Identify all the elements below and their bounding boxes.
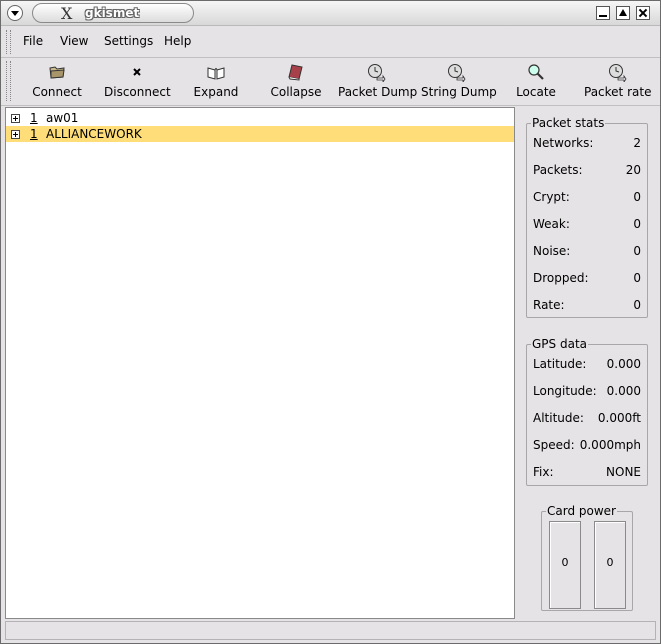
card-power-meter: 0 (549, 521, 581, 609)
card-power-title: Card power (546, 504, 617, 518)
card-power-frame: Card power 0 0 (541, 504, 633, 611)
stat-label: Crypt: (533, 190, 570, 204)
gps-label: Longitude: (533, 384, 597, 398)
gps-data-frame: GPS data Latitude: 0.000 Longitude: 0.00… (526, 337, 648, 486)
packet-dump-button[interactable]: Packet Dump (338, 62, 417, 102)
menu-help[interactable]: Help (164, 34, 191, 48)
gps-value: NONE (606, 465, 641, 479)
gps-label: Altitude: (533, 411, 584, 425)
network-count: 1 (30, 127, 38, 141)
stat-label: Weak: (533, 217, 570, 231)
closed-book-icon (288, 64, 303, 81)
menubar-grip-icon[interactable] (6, 30, 11, 54)
gps-value: 0.000mph (579, 438, 641, 452)
packet-stats-title: Packet stats (531, 116, 606, 130)
stat-value: 20 (625, 163, 641, 177)
stat-value: 0 (633, 190, 641, 204)
expand-plus-icon[interactable] (11, 130, 20, 139)
gps-label: Fix: (533, 465, 554, 479)
connect-button[interactable]: Connect (27, 62, 87, 102)
packet-rate-button[interactable]: Packet rate (584, 62, 651, 102)
status-bar (5, 621, 656, 640)
collapse-button[interactable]: Collapse (269, 62, 323, 102)
gps-label: Speed: (533, 438, 575, 452)
card-power-value: 0 (561, 556, 569, 569)
stat-value: 0 (633, 298, 641, 312)
menu-file[interactable]: File (23, 34, 43, 48)
stat-label: Packets: (533, 163, 583, 177)
stat-value: 0 (633, 217, 641, 231)
network-tree[interactable]: 1 aw01 1 ALLIANCEWORK (5, 107, 515, 619)
stat-label: Networks: (533, 136, 594, 150)
gps-label: Latitude: (533, 357, 587, 371)
expand-button[interactable]: Expand (192, 62, 240, 102)
x-logo-icon: X (61, 4, 73, 23)
stat-value: 2 (633, 136, 641, 150)
clock-arrow-icon (609, 64, 627, 82)
gps-value: 0.000 (606, 357, 641, 371)
x-icon (133, 68, 141, 76)
stat-label: Rate: (533, 298, 565, 312)
network-row-selected[interactable]: 1 ALLIANCEWORK (6, 126, 514, 142)
locate-button[interactable]: Locate (515, 62, 557, 102)
packet-stats-frame: Packet stats Networks: 2 Packets: 20 Cry… (526, 116, 648, 318)
maximize-button[interactable] (616, 6, 630, 20)
stat-label: Noise: (533, 244, 571, 258)
network-name: aw01 (46, 111, 79, 125)
window-title: gkismet (85, 6, 140, 20)
title-bar[interactable]: X gkismet (1, 1, 660, 26)
open-book-icon (207, 67, 225, 80)
card-power-meter: 0 (594, 521, 626, 609)
clock-arrow-icon (368, 64, 386, 82)
close-button[interactable] (636, 6, 650, 20)
network-row[interactable]: 1 aw01 (6, 110, 514, 126)
folder-icon (49, 66, 65, 79)
gps-data-title: GPS data (531, 337, 588, 351)
magnifier-icon (528, 64, 544, 80)
title-pill: X gkismet (32, 3, 194, 23)
gps-value: 0.000 (606, 384, 641, 398)
minimize-button[interactable] (596, 6, 610, 20)
menu-bar: File View Settings Help (1, 27, 660, 58)
network-name: ALLIANCEWORK (46, 127, 142, 141)
card-power-value: 0 (606, 556, 614, 569)
gps-value: 0.000ft (597, 411, 641, 425)
menu-settings[interactable]: Settings (104, 34, 153, 48)
clock-arrow-icon (448, 64, 466, 82)
string-dump-button[interactable]: String Dump (421, 62, 497, 102)
stat-value: 0 (633, 244, 641, 258)
network-count: 1 (30, 111, 38, 125)
stat-label: Dropped: (533, 271, 589, 285)
main-window: X gkismet File View Settings Help Connec… (0, 0, 661, 644)
toolbar-grip-icon[interactable] (6, 61, 11, 101)
menu-view[interactable]: View (60, 34, 88, 48)
disconnect-button[interactable]: Disconnect (104, 62, 171, 102)
window-menu-icon[interactable] (7, 5, 23, 21)
stat-value: 0 (633, 271, 641, 285)
toolbar: Connect Disconnect Expand Collapse Packe… (1, 58, 660, 106)
expand-plus-icon[interactable] (11, 114, 20, 123)
